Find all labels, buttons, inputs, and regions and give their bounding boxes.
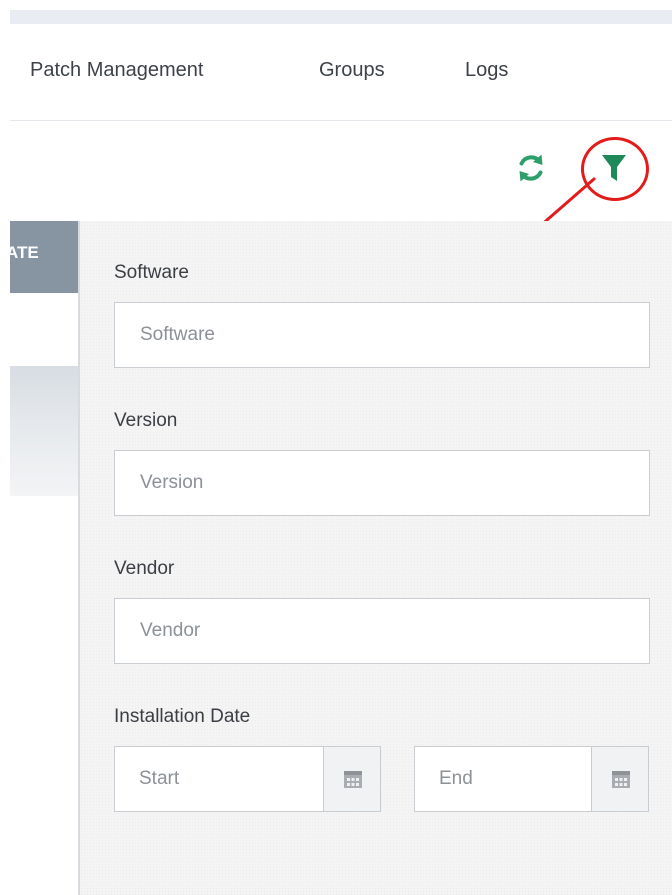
column-header-date[interactable]: ATE [10, 221, 80, 293]
end-date-input[interactable] [414, 746, 592, 812]
results-table: ATE [10, 221, 80, 895]
start-date-input[interactable] [114, 746, 324, 812]
vendor-label: Vendor [114, 558, 175, 579]
column-header-label: ATE [10, 243, 39, 262]
version-label: Version [114, 410, 178, 431]
tab-groups[interactable]: Groups [319, 59, 385, 82]
software-label: Software [114, 262, 189, 283]
calendar-icon [344, 771, 362, 788]
end-date-calendar-button[interactable] [591, 746, 649, 812]
start-date-calendar-button[interactable] [323, 746, 381, 812]
vendor-input[interactable] [114, 598, 650, 664]
installation-date-label: Installation Date [114, 706, 251, 727]
version-input[interactable] [114, 450, 650, 516]
page: Patch Management Groups Logs ATE Softwar… [0, 0, 672, 895]
tab-patch-management[interactable]: Patch Management [30, 59, 203, 82]
table-row[interactable] [10, 366, 80, 496]
tab-logs[interactable]: Logs [465, 59, 508, 82]
software-input[interactable] [114, 302, 650, 368]
calendar-icon [612, 771, 630, 788]
top-strip [10, 10, 672, 24]
